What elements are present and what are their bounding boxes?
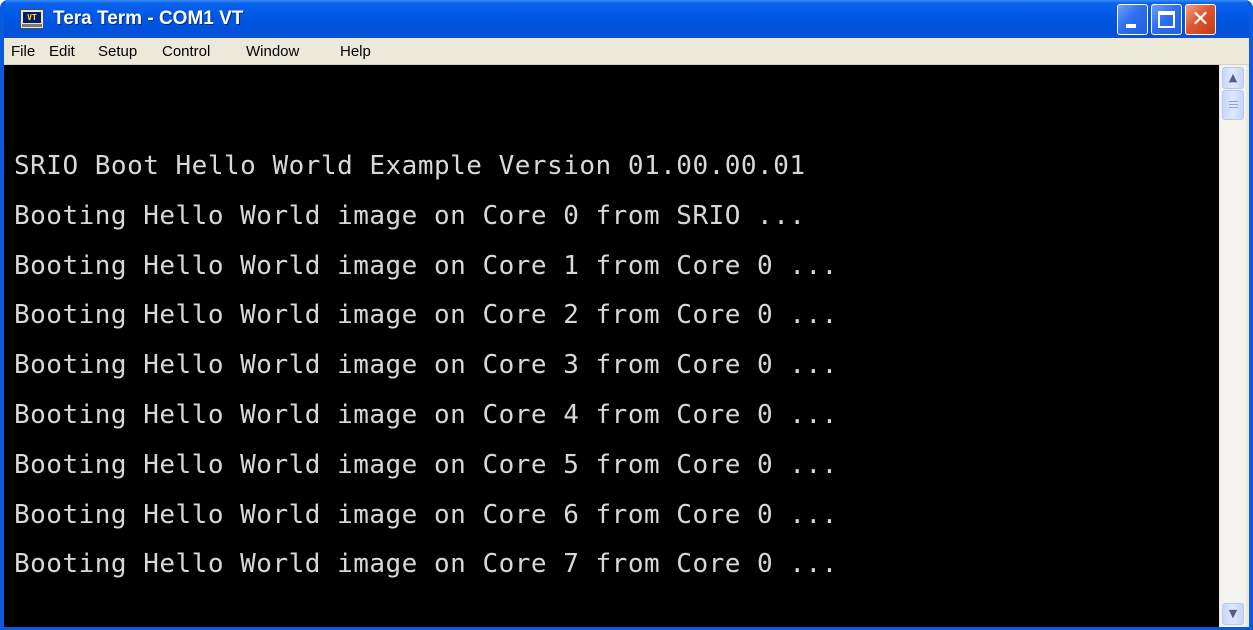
- menu-window[interactable]: Window: [246, 43, 299, 60]
- terminal-line: Booting Hello World image on Core 1 from…: [14, 251, 838, 281]
- close-button[interactable]: ✕: [1185, 4, 1216, 35]
- thumb-grip: [1229, 104, 1238, 105]
- menu-file[interactable]: File: [11, 43, 35, 60]
- minimize-icon: [1126, 24, 1136, 28]
- terminal-top: [12, 65, 1219, 110]
- vertical-scrollbar[interactable]: ▲ ▼: [1219, 65, 1246, 627]
- menu-help[interactable]: Help: [340, 43, 371, 60]
- close-icon: ✕: [1191, 7, 1210, 32]
- chevron-up-icon: ▲: [1228, 71, 1238, 84]
- terminal-line: Booting Hello World image on Core 5 from…: [14, 450, 838, 480]
- menu-setup[interactable]: Setup: [98, 43, 137, 60]
- scroll-down-button[interactable]: ▼: [1222, 603, 1244, 625]
- terminal-area: SRIO Boot Hello World Example Version 01…: [4, 65, 1249, 627]
- terminal-line: Booting Hello World image on Core 6 from…: [14, 500, 838, 530]
- thumb-grip: [1229, 101, 1238, 102]
- scroll-up-button[interactable]: ▲: [1222, 67, 1244, 89]
- menu-edit[interactable]: Edit: [49, 43, 75, 60]
- terminal-line: Booting Hello World image on Core 3 from…: [14, 350, 838, 380]
- terminal-left-edge: [4, 65, 12, 627]
- menu-control[interactable]: Control: [162, 43, 210, 60]
- menu-bar: File Edit Setup Control Window Help: [4, 38, 1249, 65]
- title-bar[interactable]: VT Tera Term - COM1 VT ✕: [4, 0, 1249, 38]
- thumb-grip: [1229, 107, 1238, 108]
- maximize-icon: [1158, 11, 1175, 28]
- terminal-line: Booting Hello World image on Core 4 from…: [14, 400, 838, 430]
- window-title: Tera Term - COM1 VT: [53, 8, 244, 29]
- minimize-button[interactable]: [1117, 4, 1148, 35]
- maximize-button[interactable]: [1151, 4, 1182, 35]
- teraterm-window: VT Tera Term - COM1 VT ✕ File Edit Setup…: [0, 0, 1253, 630]
- app-icon-base: [22, 24, 42, 27]
- chevron-down-icon: ▼: [1228, 607, 1238, 620]
- teraterm-vt-icon[interactable]: VT: [20, 9, 44, 29]
- terminal-line: Booting Hello World image on Core 0 from…: [14, 201, 806, 231]
- terminal-line: SRIO Boot Hello World Example Version 01…: [14, 151, 806, 181]
- app-icon-text: VT: [23, 12, 41, 23]
- scrollbar-thumb[interactable]: [1222, 90, 1244, 120]
- terminal-line: Booting Hello World image on Core 7 from…: [14, 549, 838, 579]
- terminal-line: Booting Hello World image on Core 2 from…: [14, 300, 838, 330]
